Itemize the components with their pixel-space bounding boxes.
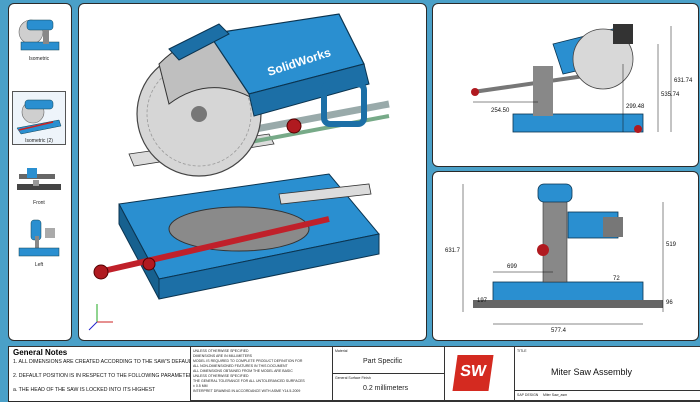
spec-line: ALL DIMENSIONS OBTAINED FROM THE MODEL A… bbox=[193, 369, 293, 373]
front-view-dimensioned[interactable]: 631.7 519 699 197 96 72 577.4 bbox=[432, 171, 699, 341]
finish-value: 0.2 millimeters bbox=[363, 385, 409, 392]
miter-saw-front-drawing: 631.7 519 699 197 96 72 577.4 bbox=[445, 183, 677, 334]
thumbnail-label: Isometric (2) bbox=[25, 138, 53, 144]
finish-cell: General Surface Finish 0.2 millimeters bbox=[333, 374, 445, 401]
dimension-label: 72 bbox=[613, 276, 620, 282]
finish-label: General Surface Finish bbox=[335, 376, 371, 380]
spec-line: ALL NON-DIMENSIONED FEATURES IN THIS DOC… bbox=[193, 364, 288, 368]
dimension-label: 299.48 bbox=[626, 104, 645, 110]
logo-cell: SW bbox=[445, 347, 515, 401]
material-label: Material bbox=[335, 349, 348, 353]
thumbnail-label: Isometric bbox=[28, 56, 50, 62]
saw-thumbnail-icon bbox=[18, 19, 60, 51]
thumbnail-front[interactable]: Front bbox=[13, 154, 65, 206]
dimension-label: 254.50 bbox=[491, 108, 510, 114]
thumbnail-isometric-2[interactable]: Isometric (2) bbox=[12, 91, 66, 145]
spec-line: UNLESS OTHERWISE SPECIFIED bbox=[193, 374, 249, 378]
spec-line: UNLESS OTHERWISE SPECIFIED bbox=[193, 349, 249, 353]
spec-line: ± 0.5 MM bbox=[193, 384, 208, 388]
dimension-label: 631.74 bbox=[674, 78, 693, 84]
miter-saw-side-drawing: 631.74 535.74 254.50 299.48 bbox=[471, 24, 693, 133]
spec-line: MODEL IS REQUIRED TO COMPLETE PRODUCT DE… bbox=[193, 359, 303, 363]
thumbnail-label: Front bbox=[33, 200, 45, 206]
title-cell: TITLE Miter Saw Assembly bbox=[515, 347, 700, 391]
thumbnail-label: Left bbox=[34, 262, 44, 268]
thumbnail-isometric[interactable]: Isometric bbox=[13, 10, 65, 62]
side-view-dimensioned[interactable]: 631.74 535.74 254.50 299.48 bbox=[432, 3, 699, 167]
dimension-label: 631.7 bbox=[445, 248, 461, 254]
main-isometric-view[interactable]: SolidWorks bbox=[78, 3, 427, 341]
material-value: Part Specific bbox=[363, 358, 403, 365]
spec-line: DIMENSIONS ARE IN MILLIMETERS bbox=[193, 354, 252, 358]
logo-text: SW bbox=[459, 363, 488, 380]
title-label: TITLE bbox=[517, 349, 527, 353]
thumbnail-left[interactable]: Left bbox=[13, 216, 65, 268]
saw-thumbnail-icon bbox=[18, 219, 60, 257]
dimension-label: 577.4 bbox=[551, 328, 567, 334]
saw-thumbnail-icon bbox=[17, 168, 61, 190]
drawing-title: Miter Saw Assembly bbox=[551, 367, 633, 377]
size-label: SAP DESIGN bbox=[517, 393, 539, 397]
dimension-label: 535.74 bbox=[661, 92, 680, 98]
dimension-label: 699 bbox=[507, 264, 518, 270]
material-cell: Material Part Specific bbox=[333, 347, 445, 374]
spec-notes-cell: UNLESS OTHERWISE SPECIFIED DIMENSIONS AR… bbox=[191, 347, 333, 401]
saw-thumbnail-icon bbox=[16, 99, 62, 135]
dimension-label: 197 bbox=[477, 298, 488, 304]
general-notes-title: General Notes bbox=[13, 348, 68, 357]
dimension-label: 96 bbox=[666, 300, 673, 306]
dimension-label: 519 bbox=[666, 242, 677, 248]
spec-line: THE GENERAL TOLERANCE FOR ALL UNTOLERANC… bbox=[193, 379, 305, 383]
size-value: Miter Saw_asm bbox=[543, 393, 568, 397]
solidworks-logo-icon: SW bbox=[452, 355, 494, 391]
title-block: UNLESS OTHERWISE SPECIFIED DIMENSIONS AR… bbox=[190, 346, 700, 402]
miter-saw-isometric-drawing: SolidWorks bbox=[88, 13, 390, 331]
spec-line: INTERPRET DRAWING IN ACCORDANCE WITH ASM… bbox=[193, 389, 301, 393]
view-thumbnail-panel: Isometric Isometric (2) Front Left bbox=[8, 3, 72, 341]
